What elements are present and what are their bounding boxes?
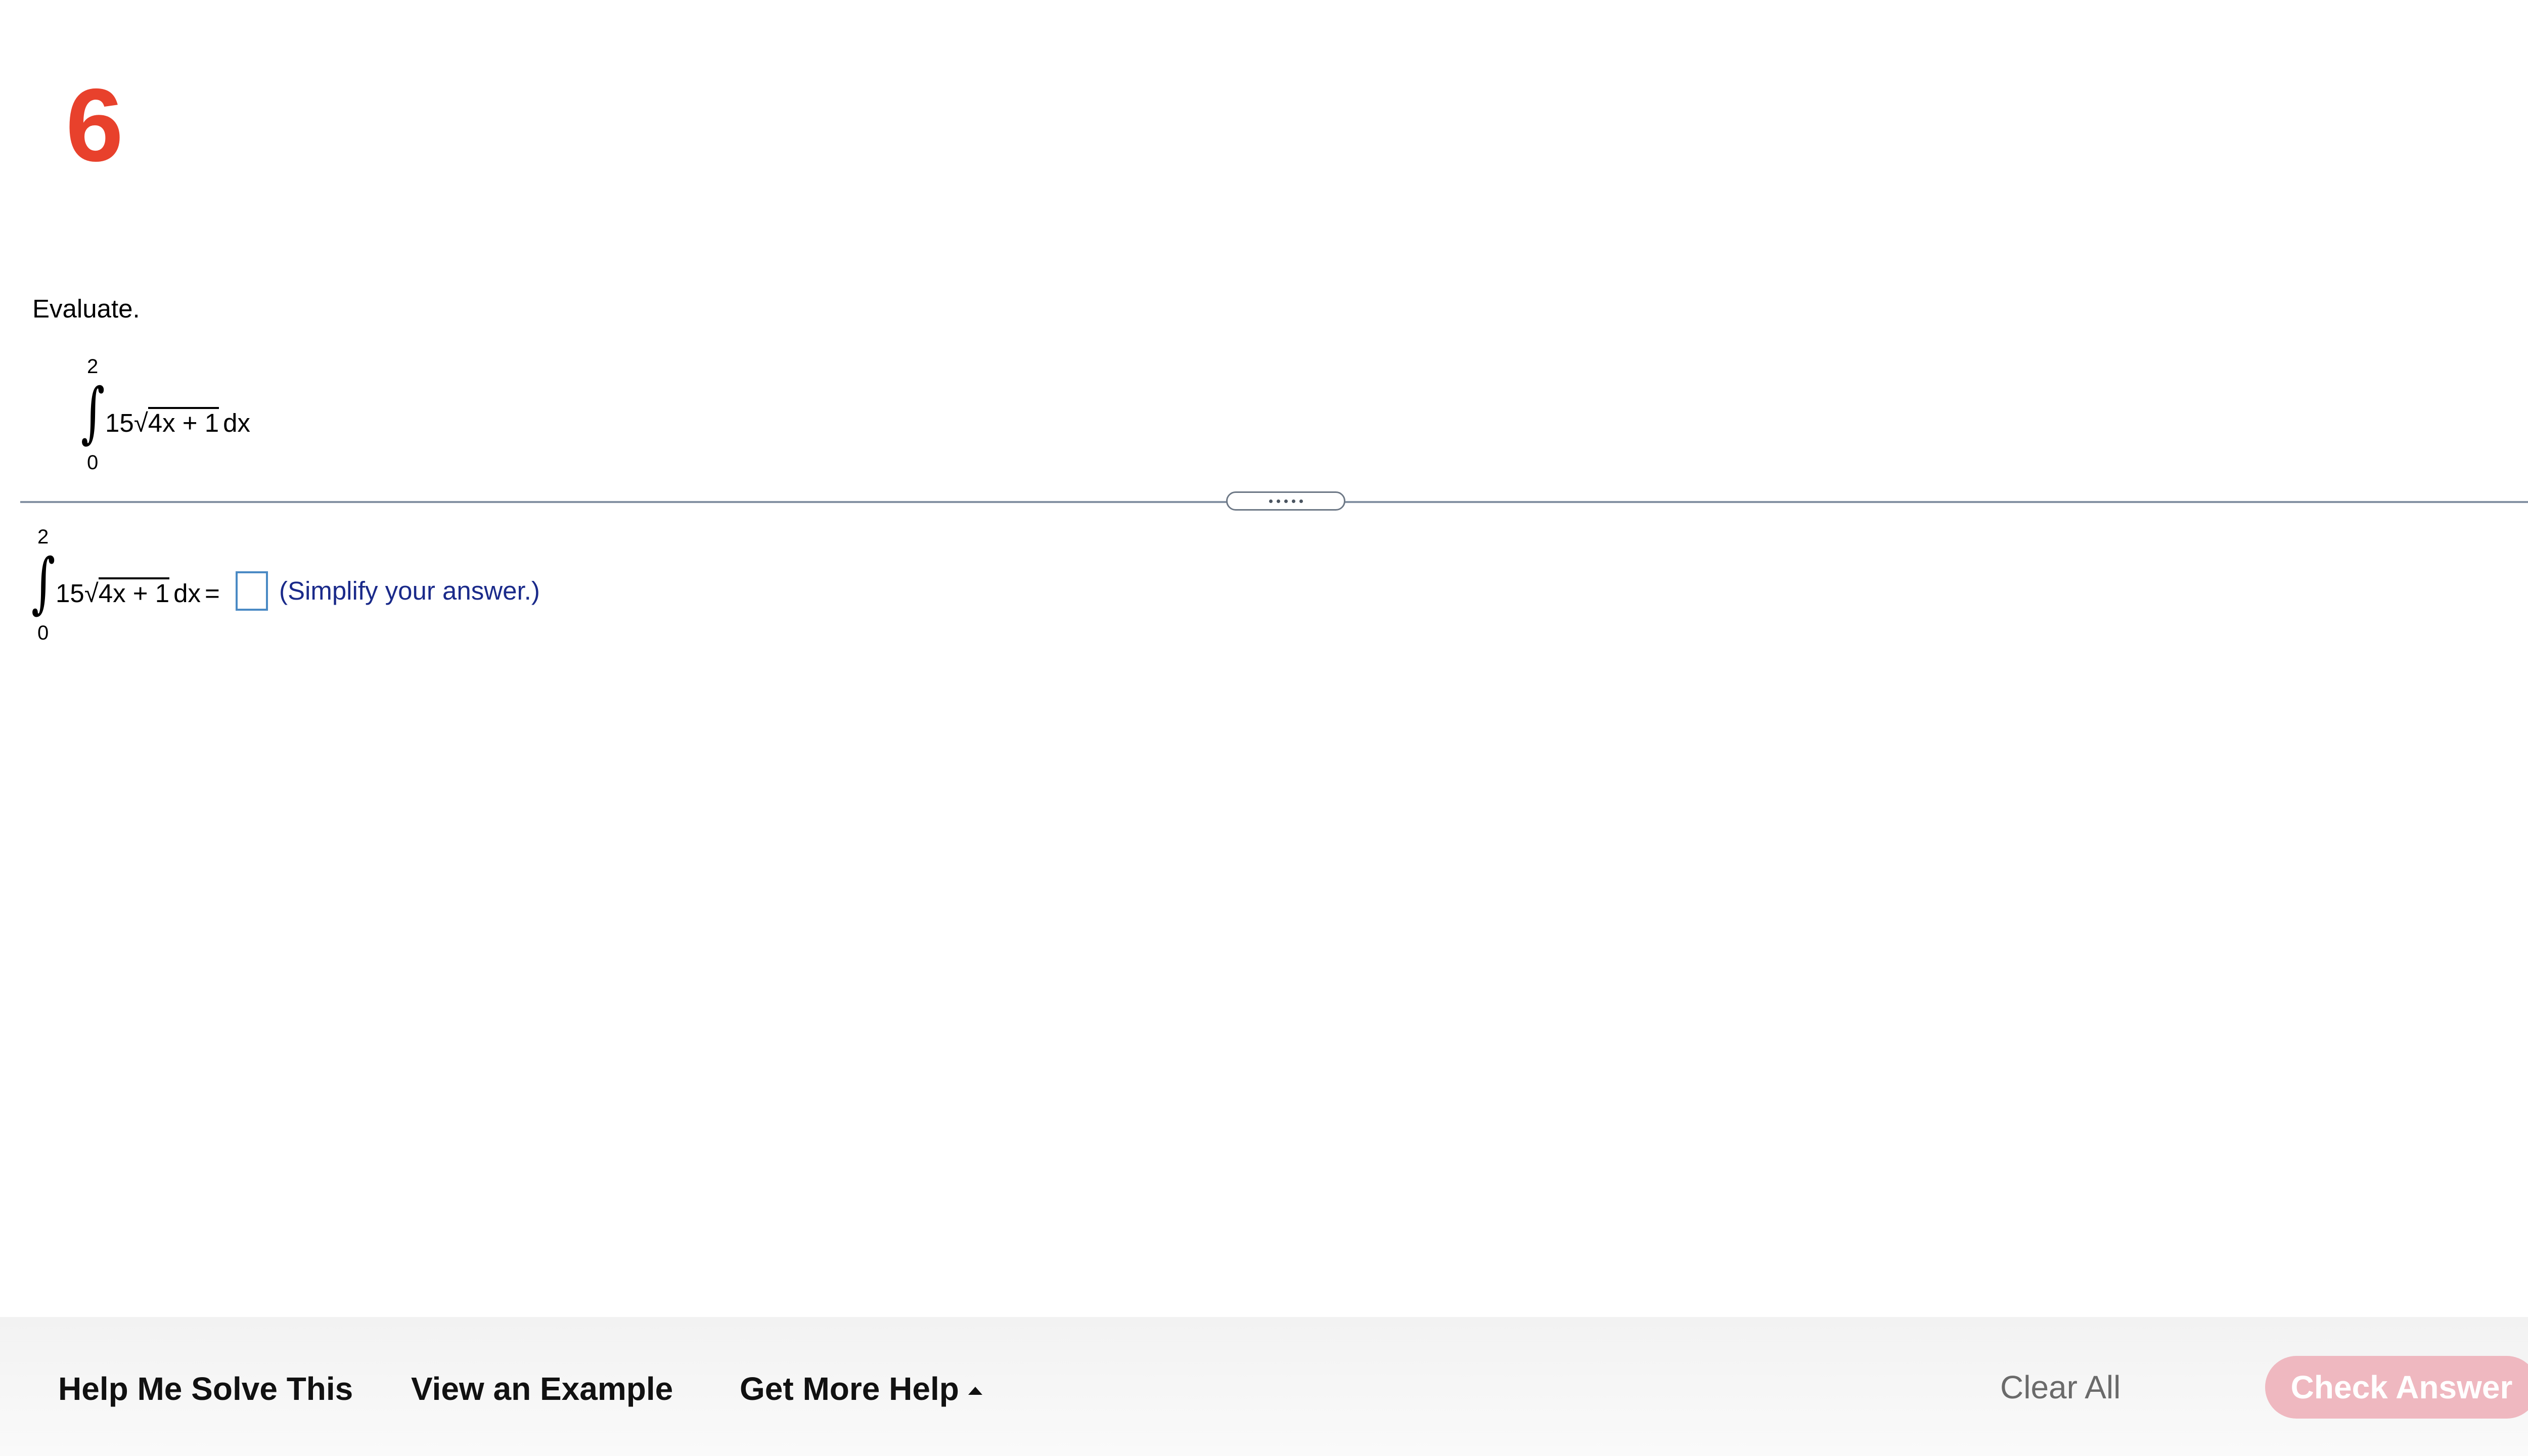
- answer-lower-limit: 0: [37, 622, 49, 644]
- answer-radicand: 4x + 1: [98, 577, 170, 606]
- check-answer-button[interactable]: Check Answer: [2265, 1356, 2528, 1419]
- caret-up-icon: [968, 1387, 982, 1395]
- clear-all-button[interactable]: Clear All: [2000, 1371, 2120, 1403]
- question-number: 6: [66, 67, 123, 183]
- answer-integrand: 15√4x + 1 dx =: [56, 577, 220, 606]
- differential: dx: [223, 408, 250, 437]
- integrand: 15√4x + 1 dx: [105, 407, 250, 436]
- help-me-solve-button[interactable]: Help Me Solve This: [58, 1373, 353, 1405]
- answer-input[interactable]: [236, 571, 268, 611]
- drag-handle-icon[interactable]: [1226, 491, 1345, 511]
- coefficient: 15: [105, 408, 134, 437]
- square-root: √4x + 1: [134, 407, 219, 436]
- answer-coefficient: 15: [56, 579, 84, 608]
- get-more-help-button[interactable]: Get More Help: [740, 1373, 982, 1405]
- lower-limit: 0: [87, 451, 99, 474]
- answer-sqrt-icon: √: [84, 579, 99, 608]
- question-page: 6 Evaluate. 2 ∫ 0 15√4x + 1 dx 2 ∫ 0 15√4…: [0, 0, 2528, 1456]
- sqrt-icon: √: [133, 408, 148, 437]
- equals-sign: =: [204, 579, 220, 608]
- answer-square-root: √4x + 1: [84, 577, 170, 608]
- integral-sign-icon: ∫: [81, 374, 105, 450]
- get-more-help-label: Get More Help: [740, 1371, 959, 1407]
- question-prompt: Evaluate.: [32, 294, 140, 323]
- radicand: 4x + 1: [148, 407, 219, 436]
- answer-differential: dx: [173, 579, 201, 608]
- answer-integral-sign-icon: ∫: [31, 544, 56, 621]
- footer-toolbar: [0, 1317, 2528, 1456]
- simplify-hint: (Simplify your answer.): [279, 576, 540, 605]
- view-example-button[interactable]: View an Example: [411, 1373, 673, 1405]
